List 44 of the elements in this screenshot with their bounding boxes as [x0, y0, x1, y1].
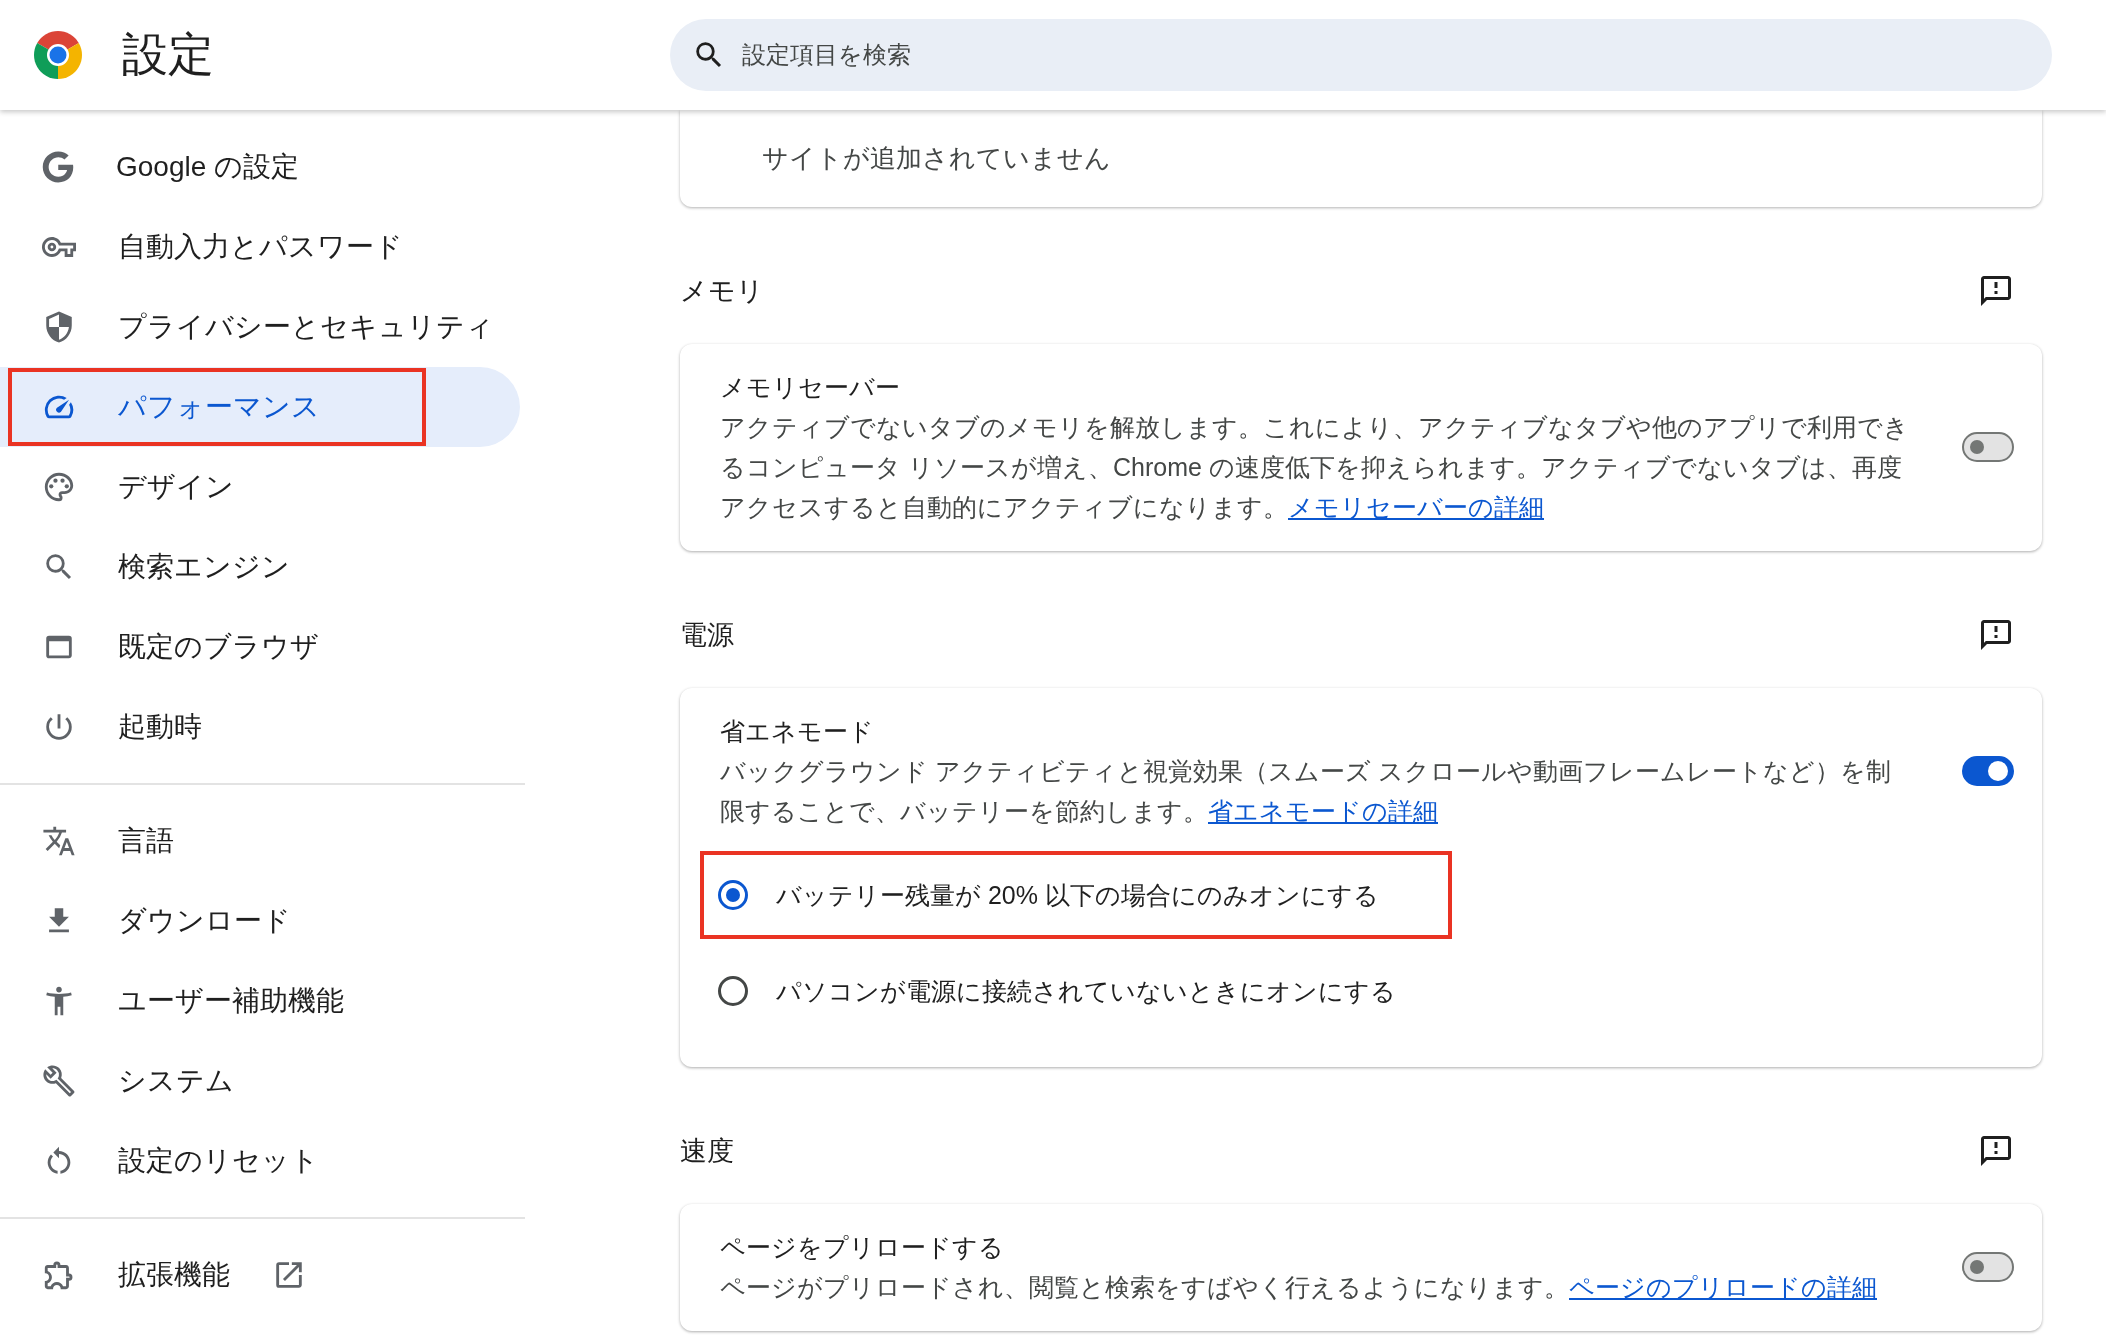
- page-title: 設定: [122, 27, 214, 82]
- wrench-icon: [42, 1064, 76, 1098]
- sidebar-item[interactable]: パフォーマンス: [0, 367, 520, 447]
- radio-option[interactable]: バッテリー残量が 20% 以下の場合にのみオンにする: [700, 851, 1452, 939]
- empty-list-message: サイトが追加されていません: [762, 142, 1111, 175]
- setting-title: メモリセーバー: [720, 372, 901, 403]
- radio-label[interactable]: パソコンが電源に接続されていないときにオンにする: [776, 974, 1396, 1008]
- setting-description: バックグラウンド アクティビティと視覚効果（スムーズ スクロールや動画フレームレートなど）を制限することで、バッテリーを節約します。省エネモードの詳細: [720, 756, 1892, 827]
- sidebar-item[interactable]: ダウンロード: [0, 881, 520, 961]
- sidebar-item[interactable]: 既定のブラウザ: [0, 607, 520, 687]
- translate-icon: [42, 824, 76, 858]
- section-heading: 速度: [680, 1134, 734, 1168]
- radio-label[interactable]: バッテリー残量が 20% 以下の場合にのみオンにする: [776, 878, 1379, 912]
- sidebar-item[interactable]: デザイン: [0, 447, 520, 527]
- setting-title: 省エネモード: [720, 716, 875, 747]
- sidebar-item[interactable]: 拡張機能: [0, 1235, 520, 1315]
- sidebar-item[interactable]: 設定のリセット: [0, 1121, 520, 1201]
- chrome-logo: [34, 31, 82, 79]
- search-field[interactable]: 設定項目を検索: [670, 19, 2052, 91]
- sidebar-item[interactable]: 起動時: [0, 687, 520, 767]
- toggle-switch[interactable]: [1962, 756, 2014, 786]
- setting-title: ページをプリロードする: [720, 1232, 1005, 1263]
- sidebar-item[interactable]: プライバシーとセキュリティ: [0, 287, 520, 367]
- toggle-switch[interactable]: [1962, 1252, 2014, 1282]
- radio-button[interactable]: [718, 880, 748, 910]
- setting-description: アクティブでないタブのメモリを解放します。これにより、アクティブなタブや他のアプリで利用できるコンピュータ リソースが増え、Chrome の速度低下を抑えられます。アクティブでないタブは、再度アクセスすると自動的にアクティブになります。メモリセーバーの詳細: [720, 412, 1910, 523]
- radio-button[interactable]: [718, 976, 748, 1006]
- section-heading: メモリ: [680, 274, 764, 308]
- sidebar-item[interactable]: システム: [0, 1041, 520, 1121]
- sidebar-item[interactable]: ユーザー補助機能: [0, 961, 520, 1041]
- sidebar-item[interactable]: 言語: [0, 801, 520, 881]
- learn-more-link[interactable]: メモリセーバーの詳細: [1288, 493, 1544, 521]
- sidebar-item[interactable]: Google の設定: [0, 127, 520, 207]
- google-g-icon: [42, 151, 74, 183]
- search-input[interactable]: 設定項目を検索: [740, 40, 2030, 70]
- sidebar-item[interactable]: 自動入力とパスワード: [0, 207, 520, 287]
- radio-option[interactable]: パソコンが電源に接続されていないときにオンにする: [700, 947, 1452, 1035]
- section-heading: 電源: [680, 618, 734, 652]
- palette-icon: [42, 470, 76, 504]
- sidebar-item[interactable]: 検索エンジン: [0, 527, 520, 607]
- setting-description: ページがプリロードされ、閲覧と検索をすばやく行えるようになります。ページのプリロードの詳細: [720, 1272, 1878, 1303]
- toggle-switch[interactable]: [1962, 432, 2014, 462]
- learn-more-link[interactable]: ページのプリロードの詳細: [1569, 1273, 1877, 1301]
- learn-more-link[interactable]: 省エネモードの詳細: [1208, 797, 1438, 825]
